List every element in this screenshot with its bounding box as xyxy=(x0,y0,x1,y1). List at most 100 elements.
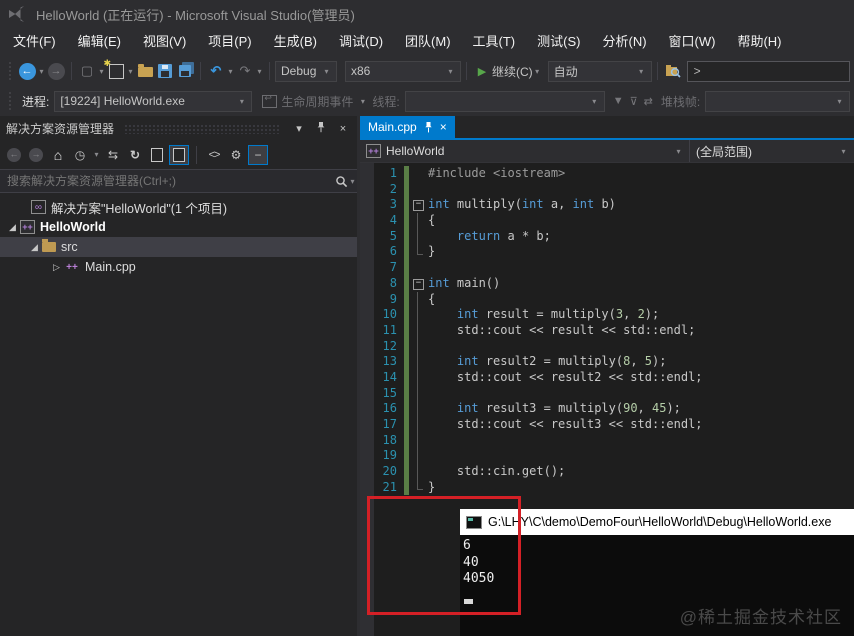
toolbar-grip[interactable] xyxy=(8,61,13,81)
continue-dropdown[interactable]: ▾ xyxy=(533,67,542,76)
close-icon[interactable]: × xyxy=(335,123,351,135)
find-in-files-button[interactable] xyxy=(663,61,683,81)
code-line[interactable]: 20 std::cin.get(); xyxy=(360,464,854,480)
menu-item[interactable]: 分析(N) xyxy=(591,28,657,56)
search-input[interactable] xyxy=(0,174,335,188)
collapsed-arrow-icon[interactable]: ▷ xyxy=(49,262,64,273)
menu-item[interactable]: 项目(P) xyxy=(197,28,262,56)
expanded-arrow-icon[interactable]: ◢ xyxy=(5,222,20,233)
lifecycle-dropdown[interactable]: ▾ xyxy=(358,97,367,106)
solution-platform-combo[interactable]: x86 ▾ xyxy=(345,60,461,82)
code-line[interactable]: 2 xyxy=(360,181,854,198)
menu-item[interactable]: 生成(B) xyxy=(263,28,328,56)
continue-button[interactable]: 继续(C) xyxy=(492,63,533,80)
se-back-button[interactable]: ← xyxy=(4,145,24,165)
undo-dropdown[interactable]: ▾ xyxy=(226,67,235,76)
code-line[interactable]: 7 xyxy=(360,260,854,276)
thread-combo[interactable]: ▾ xyxy=(404,90,605,112)
filter-dropdown[interactable]: ▾ xyxy=(92,150,101,159)
code-line[interactable]: 13 int result2 = multiply(8, 5); xyxy=(360,354,854,370)
line-number: 18 xyxy=(382,432,397,447)
menu-item[interactable]: 文件(F) xyxy=(2,28,67,56)
search-options-dropdown[interactable]: ▾ xyxy=(348,177,357,186)
code-line[interactable]: 9{ xyxy=(360,291,854,308)
navigate-back-dropdown[interactable]: ▾ xyxy=(37,67,46,76)
code-line[interactable]: 8− int main() xyxy=(360,275,854,292)
console-title-bar[interactable]: G:\LHY\C\demo\DemoFour\HelloWorld\Debug\… xyxy=(460,509,854,535)
code-line[interactable]: 4{ xyxy=(360,213,854,229)
lifecycle-events-button[interactable]: 生命周期事件 xyxy=(281,93,353,110)
save-all-button[interactable] xyxy=(175,61,195,81)
code-line[interactable]: 15 xyxy=(360,385,854,402)
undo-button[interactable]: ↶ xyxy=(206,61,226,81)
code-line[interactable]: 10 int result = multiply(3, 2); xyxy=(360,307,854,323)
pin-icon[interactable] xyxy=(424,121,433,133)
menu-item[interactable]: 视图(V) xyxy=(132,28,197,56)
code-line[interactable]: 5 return a * b; xyxy=(360,228,854,245)
tree-item-main-cpp[interactable]: ▷ ++ Main.cpp xyxy=(0,257,357,277)
show-all-files-button[interactable] xyxy=(169,144,189,165)
solution-configuration-combo[interactable]: Debug ▾ xyxy=(275,60,337,82)
code-line[interactable]: 18 xyxy=(360,432,854,449)
code-line[interactable]: 6} xyxy=(360,244,854,261)
project-scope-combo[interactable]: ++ HelloWorld ▾ xyxy=(360,140,690,162)
menu-item[interactable]: 调试(D) xyxy=(328,28,394,56)
redo-button[interactable]: ↷ xyxy=(235,61,255,81)
menu-item[interactable]: 帮助(H) xyxy=(726,28,792,56)
global-scope-combo[interactable]: (全局范围) ▾ xyxy=(690,140,854,162)
sync-with-active-document-button[interactable]: ⇆ xyxy=(103,145,123,165)
new-project-button[interactable] xyxy=(104,58,126,81)
close-icon[interactable]: × xyxy=(440,120,447,134)
flag-threads-icon[interactable]: ⇄ xyxy=(644,95,653,108)
expanded-arrow-icon[interactable]: ◢ xyxy=(27,242,42,253)
code-line[interactable]: 19 xyxy=(360,448,854,465)
code-line[interactable]: 17 std::cout << result3 << std::endl; xyxy=(360,417,854,433)
code-line[interactable]: 1 #include <iostream> xyxy=(360,166,854,182)
command-search-input[interactable] xyxy=(687,64,849,78)
continue-play-icon[interactable]: ▶ xyxy=(472,61,492,81)
view-code-icon[interactable]: <> xyxy=(204,145,224,165)
home-icon[interactable]: ⌂ xyxy=(48,145,68,165)
menu-item[interactable]: 编辑(E) xyxy=(67,28,132,56)
open-file-button[interactable] xyxy=(135,61,155,81)
save-button[interactable] xyxy=(155,61,175,81)
navigate-forward-button[interactable]: → xyxy=(46,61,66,81)
code-line[interactable]: 14 std::cout << result2 << std::endl; xyxy=(360,369,854,386)
code-line[interactable]: 12 xyxy=(360,338,854,355)
pending-changes-filter-button[interactable]: ◷ xyxy=(70,145,90,165)
stack-frame-combo[interactable]: ▾ xyxy=(705,90,850,112)
clear-filter-icon[interactable]: ⊽ xyxy=(630,95,638,108)
properties-wrench-icon[interactable]: ⚙ xyxy=(226,145,246,165)
redo-dropdown[interactable]: ▾ xyxy=(255,67,264,76)
collapse-region-icon[interactable]: − xyxy=(409,197,426,213)
menu-item[interactable]: 团队(M) xyxy=(394,28,462,56)
search-icon[interactable] xyxy=(335,175,348,188)
navigate-back-button[interactable]: ← xyxy=(17,61,37,81)
code-line[interactable]: 16 int result3 = multiply(90, 45); xyxy=(360,401,854,417)
pin-icon[interactable] xyxy=(313,121,329,136)
toolbar-grip[interactable] xyxy=(8,91,13,111)
window-position-chevron-icon[interactable]: ▾ xyxy=(291,122,307,135)
code-line[interactable]: 11 std::cout << result << std::endl; xyxy=(360,322,854,339)
auto-combo[interactable]: 自动 ▾ xyxy=(547,60,652,82)
collapse-all-documents-button[interactable] xyxy=(147,145,167,165)
new-project-dropdown[interactable]: ▾ xyxy=(126,67,135,76)
tree-item-helloworld[interactable]: ◢ ++ HelloWorld xyxy=(0,217,357,237)
tree-item-solution[interactable]: ∞ 解决方案"HelloWorld"(1 个项目) xyxy=(0,197,357,217)
code-line[interactable]: 3− int multiply(int a, int b) xyxy=(360,197,854,214)
tree-item-src[interactable]: ◢ src xyxy=(0,237,357,257)
menu-item[interactable]: 窗口(W) xyxy=(658,28,727,56)
solution-explorer-search[interactable]: ▾ xyxy=(0,169,357,193)
refresh-icon[interactable]: ↻ xyxy=(125,145,145,165)
se-forward-button[interactable]: → xyxy=(26,145,46,165)
menu-item[interactable]: 工具(T) xyxy=(462,28,527,56)
code-line[interactable]: 21} xyxy=(360,479,854,496)
collapse-region-icon[interactable]: − xyxy=(409,276,426,292)
process-combo[interactable]: [19224] HelloWorld.exe ▾ xyxy=(54,90,253,112)
tab-main-cpp[interactable]: Main.cpp × xyxy=(360,116,455,138)
preview-selected-items-button[interactable]: − xyxy=(248,144,268,165)
command-search-box[interactable] xyxy=(686,60,850,82)
menu-item[interactable]: 测试(S) xyxy=(526,28,591,56)
filter-icon[interactable]: ▼ xyxy=(613,95,624,107)
recent-files-button[interactable]: ▢ xyxy=(77,61,97,81)
